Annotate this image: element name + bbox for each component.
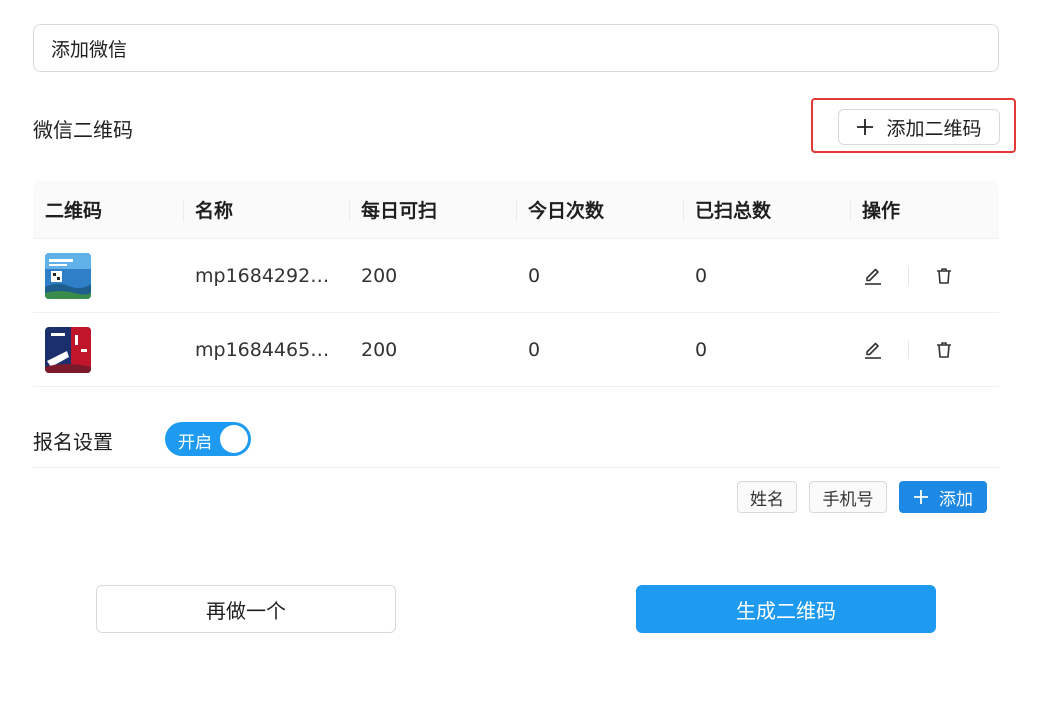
qr-cell bbox=[33, 239, 183, 312]
daily-limit-cell: 200 bbox=[361, 338, 398, 361]
add-field-label: 添加 bbox=[939, 489, 973, 510]
field-tag-phone[interactable]: 手机号 bbox=[809, 481, 887, 513]
qr-section-label: 微信二维码 bbox=[33, 118, 133, 142]
today-count-cell: 0 bbox=[528, 264, 541, 287]
actions-cell bbox=[850, 313, 999, 386]
table-row: mp16842920... 200 0 0 bbox=[33, 239, 999, 313]
total-scanned-cell: 0 bbox=[695, 338, 708, 361]
name-cell: mp16842920... bbox=[195, 264, 340, 287]
qr-thumbnail-image[interactable] bbox=[45, 252, 91, 299]
plus-icon bbox=[913, 489, 929, 505]
today-count-cell: 0 bbox=[528, 338, 541, 361]
table-header: 二维码 名称 每日可扫 今日次数 已扫总数 操作 bbox=[33, 181, 999, 239]
toggle-knob bbox=[220, 425, 248, 453]
add-qr-highlight: 添加二维码 bbox=[811, 98, 1016, 153]
generate-qr-button[interactable]: 生成二维码 bbox=[636, 585, 936, 633]
header-total-scanned: 已扫总数 bbox=[683, 181, 850, 238]
table-row: mp16844651... 200 0 0 bbox=[33, 313, 999, 387]
section-divider bbox=[33, 467, 999, 468]
header-name: 名称 bbox=[183, 181, 349, 238]
redo-button[interactable]: 再做一个 bbox=[96, 585, 396, 633]
action-divider bbox=[908, 340, 909, 359]
toggle-label: 开启 bbox=[178, 433, 212, 453]
signup-settings-label: 报名设置 bbox=[33, 430, 113, 454]
trash-icon[interactable] bbox=[933, 339, 955, 361]
wechat-title-input[interactable] bbox=[33, 24, 999, 72]
actions-cell bbox=[850, 239, 999, 312]
add-qr-button[interactable]: 添加二维码 bbox=[838, 109, 1000, 145]
qr-cell bbox=[33, 313, 183, 386]
header-actions: 操作 bbox=[850, 181, 999, 238]
total-scanned-cell: 0 bbox=[695, 264, 708, 287]
edit-icon[interactable] bbox=[862, 339, 884, 361]
trash-icon[interactable] bbox=[933, 265, 955, 287]
page: 微信二维码 添加二维码 二维码 名称 每日可扫 今日次数 已扫总数 操作 bbox=[0, 0, 1063, 710]
action-divider bbox=[908, 266, 909, 285]
header-daily-limit: 每日可扫 bbox=[349, 181, 516, 238]
header-qr: 二维码 bbox=[45, 200, 103, 222]
qr-thumbnail-image[interactable] bbox=[45, 326, 91, 373]
plus-icon bbox=[856, 118, 874, 136]
qr-table: 二维码 名称 每日可扫 今日次数 已扫总数 操作 mp16842920... 2… bbox=[33, 181, 999, 387]
add-field-button[interactable]: 添加 bbox=[899, 481, 987, 513]
edit-icon[interactable] bbox=[862, 265, 884, 287]
signup-toggle[interactable]: 开启 bbox=[165, 422, 251, 456]
daily-limit-cell: 200 bbox=[361, 264, 398, 287]
add-qr-label: 添加二维码 bbox=[886, 117, 982, 140]
name-cell: mp16844651... bbox=[195, 338, 340, 361]
header-today-count: 今日次数 bbox=[516, 181, 683, 238]
field-tag-name[interactable]: 姓名 bbox=[737, 481, 797, 513]
